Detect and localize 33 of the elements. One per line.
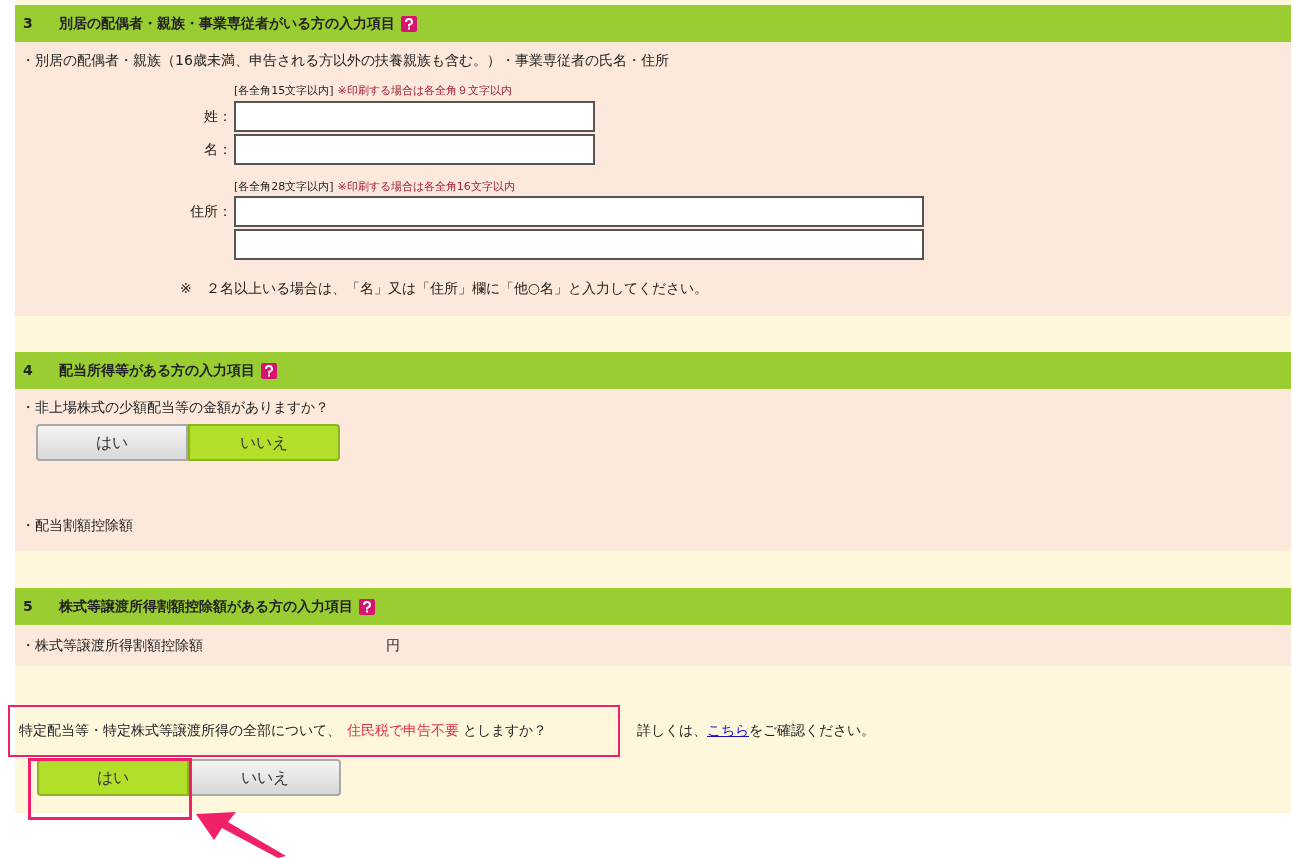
unit-text: 円	[386, 636, 400, 655]
toggle-option[interactable]: はい	[36, 424, 188, 461]
toggle-option[interactable]: いいえ	[189, 759, 341, 796]
note-text: ※ ２名以上いる場合は、「名」又は「住所」欄に「他○名」と入力してください。	[180, 279, 709, 298]
input-field[interactable]	[234, 196, 924, 227]
row-label: ・配当割額控除額	[21, 516, 133, 535]
toggle-option[interactable]: いいえ	[188, 424, 340, 461]
section-number: 3	[23, 14, 34, 33]
print-note: ※印刷する場合は各全角９文字以内	[337, 83, 512, 99]
limit-text: [各全角15文字以内]	[234, 83, 334, 99]
question-text: ・非上場株式の少額配当等の金額がありますか？	[21, 398, 330, 417]
help-icon[interactable]	[401, 15, 417, 32]
limit-text: [各全角28文字以内]	[234, 178, 334, 195]
input-field[interactable]	[234, 133, 595, 165]
section-title: 株式等譲渡所得割額控除額がある方の入力項目	[59, 597, 353, 616]
row-label: ・株式等譲渡所得割額控除額	[21, 636, 204, 655]
toggle-option[interactable]: はい	[37, 759, 189, 796]
field-label: 姓：	[204, 106, 232, 126]
section-title: 配当所得等がある方の入力項目	[59, 361, 255, 380]
print-note: ※印刷する場合は各全角16文字以内	[337, 178, 515, 195]
question-text: 特定配当等・特定株式等譲渡所得の全部について、 住民税で申告不要 としますか？	[19, 721, 549, 740]
detail-text: 詳しくは、こちら をご確認ください。	[637, 721, 875, 740]
detail-link[interactable]: こちら	[707, 722, 749, 738]
section-title: 別居の配偶者・親族・事業専従者がいる方の入力項目	[59, 14, 395, 33]
help-icon[interactable]	[261, 362, 277, 379]
field-label: 住所：	[190, 202, 232, 221]
input-field[interactable]	[234, 229, 924, 260]
section-number: 4	[23, 361, 34, 380]
section-number: 5	[23, 597, 34, 616]
input-field[interactable]	[234, 100, 595, 132]
intro-text: ・別居の配偶者・親族（16歳未満、申告される方以外の扶養親族も含む。）・事業専従者の氏名・住所	[21, 51, 670, 70]
help-icon[interactable]	[359, 598, 375, 615]
field-label: 名：	[204, 139, 232, 159]
